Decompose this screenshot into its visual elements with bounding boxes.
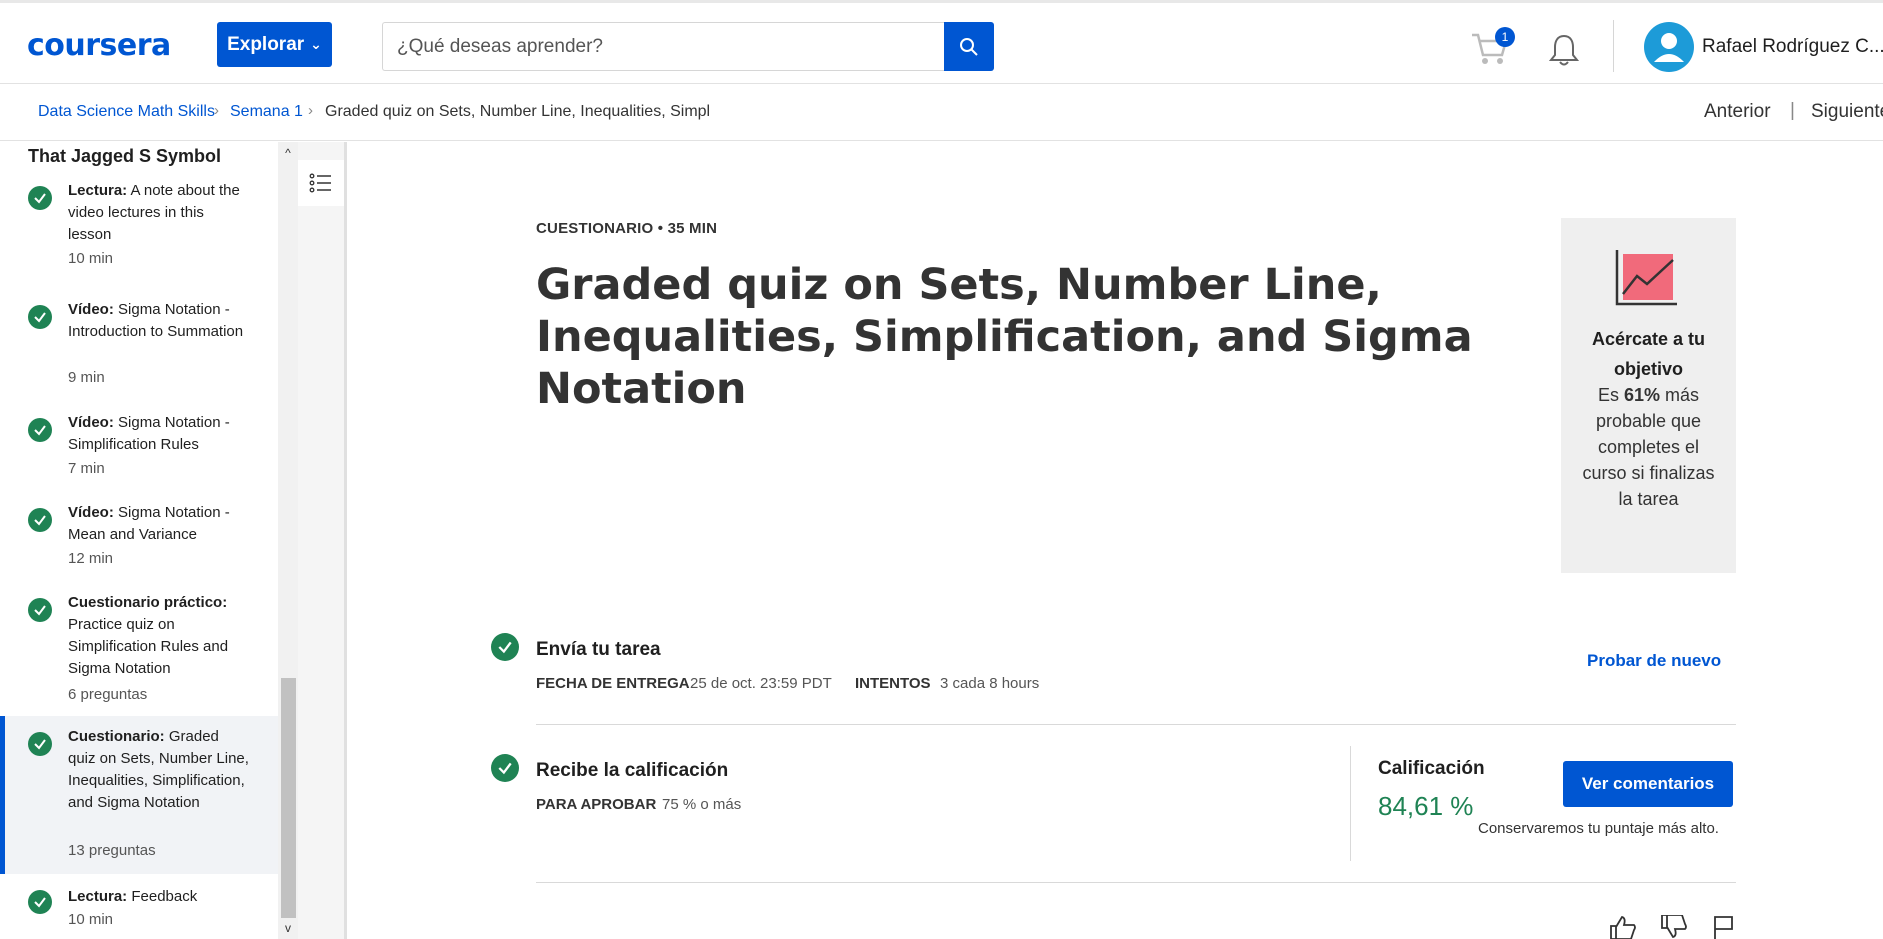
completed-check-icon: [28, 418, 52, 442]
grade-completed-check-icon: [491, 754, 519, 782]
grade-label: Calificación: [1378, 758, 1485, 779]
grade-value: 84,61 %: [1378, 791, 1474, 821]
goal-heading: Acércate a tu objetivo: [1591, 329, 1706, 379]
sidebar-item-graded-quiz[interactable]: Cuestionario: Graded quiz on Sets, Numbe…: [0, 716, 278, 874]
breadcrumb-week[interactable]: Semana 1: [230, 103, 303, 121]
sidebar-item-duration: 10 min: [68, 250, 114, 267]
breadcrumb-current: Graded quiz on Sets, Number Line, Inequa…: [325, 103, 711, 120]
scrollbar-thumb[interactable]: [281, 678, 296, 918]
sidebar-item-label: Cuestionario: Graded quiz on Sets, Numbe…: [68, 728, 249, 811]
sidebar-item-label: Lectura: Feedback: [68, 888, 198, 905]
passing-label: PARA APROBAR: [536, 796, 657, 813]
retry-button[interactable]: Probar de nuevo: [1587, 651, 1721, 671]
chevron-down-icon: ⌄: [310, 36, 322, 52]
completed-check-icon: [28, 598, 52, 622]
goal-body: Es 61% más probable que completes el cur…: [1582, 385, 1715, 509]
completed-check-icon: [28, 732, 52, 756]
scroll-up-arrow-icon[interactable]: ^: [278, 146, 298, 162]
sidebar-item-question-count: 13 preguntas: [68, 842, 156, 859]
sidebar-item-label: Lectura: A note about the video lectures…: [68, 182, 240, 243]
sidebar-item-duration: 7 min: [68, 460, 105, 477]
coursera-logo[interactable]: coursera: [27, 28, 171, 63]
cart-count-badge: 1: [1495, 27, 1515, 47]
flag-icon[interactable]: [1710, 915, 1738, 939]
thumbs-up-icon[interactable]: [1609, 915, 1637, 939]
sidebar-scrollbar[interactable]: ^ v: [278, 142, 298, 939]
sidebar-item-duration: 9 min: [68, 369, 105, 386]
grade-divider: [1350, 746, 1351, 861]
breadcrumb-chevron-icon: ›: [308, 102, 313, 119]
explore-label: Explorar: [227, 33, 305, 55]
header-divider: [1613, 20, 1614, 72]
completed-check-icon: [28, 508, 52, 532]
sidebar-item-practice-quiz[interactable]: Cuestionario práctico: Practice quiz on …: [0, 592, 278, 703]
outline-toggle-button[interactable]: [298, 160, 344, 206]
grade-step-title: Recibe la calificación: [536, 760, 729, 781]
goal-percent: 61%: [1623, 385, 1661, 405]
user-name[interactable]: Rafael Rodríguez C...: [1702, 36, 1883, 58]
highest-score-note: Conservaremos tu puntaje más alto.: [1478, 820, 1719, 837]
breadcrumb-course[interactable]: Data Science Math Skills: [38, 103, 215, 121]
sidebar-section-title: That Jagged S Symbol: [28, 146, 222, 166]
progress-chart-icon: [1615, 250, 1677, 306]
sidebar-item-duration: 12 min: [68, 550, 114, 567]
next-button[interactable]: Siguiente: [1811, 101, 1883, 123]
due-date-label: FECHA DE ENTREGA: [536, 675, 690, 692]
attempts-label: INTENTOS: [855, 675, 931, 692]
item-type-label: CUESTIONARIO • 35 MIN: [536, 220, 718, 237]
sidebar-item-reading-note[interactable]: Lectura: A note about the video lectures…: [0, 180, 278, 267]
sidebar-item-video-intro[interactable]: Vídeo: Sigma Notation - Introduction to …: [0, 299, 278, 386]
sidebar-item-duration: 10 min: [68, 911, 114, 928]
section-divider: [536, 882, 1736, 883]
sidebar-item-label: Vídeo: Sigma Notation - Mean and Varianc…: [68, 504, 230, 543]
course-outline-sidebar: That Jagged S Symbol Lectura: A note abo…: [0, 142, 278, 939]
user-avatar[interactable]: [1644, 22, 1694, 72]
prev-next-divider: |: [1790, 100, 1795, 121]
sidebar-item-label: Vídeo: Sigma Notation - Introduction to …: [68, 301, 244, 340]
completed-check-icon: [28, 890, 52, 914]
submit-completed-check-icon: [491, 633, 519, 661]
completed-check-icon: [28, 186, 52, 210]
user-icon: [1654, 33, 1684, 62]
thumbs-down-icon[interactable]: [1660, 915, 1688, 939]
sidebar-item-label: Vídeo: Sigma Notation - Simplification R…: [68, 414, 230, 453]
breadcrumb-chevron-icon: ›: [214, 102, 219, 119]
view-feedback-button[interactable]: Ver comentarios: [1563, 761, 1733, 807]
previous-button[interactable]: Anterior: [1704, 101, 1771, 123]
top-navigation-bar: coursera Explorar ⌄ 1 Rafael Rodríguez C…: [0, 0, 1883, 84]
submit-step-title: Envía tu tarea: [536, 639, 661, 660]
sidebar-item-video-mean[interactable]: Vídeo: Sigma Notation - Mean and Varianc…: [0, 502, 278, 567]
scroll-down-arrow-icon[interactable]: v: [278, 921, 298, 937]
search-button[interactable]: [944, 22, 994, 71]
breadcrumb: Data Science Math Skills › Semana 1 › Gr…: [0, 84, 1883, 141]
explore-button[interactable]: Explorar ⌄: [217, 22, 332, 67]
passing-value: 75 % o más: [662, 796, 742, 813]
due-date-value: 25 de oct. 23:59 PDT: [690, 675, 832, 692]
search-input[interactable]: [382, 22, 946, 71]
section-divider: [536, 724, 1736, 725]
list-icon: [309, 173, 331, 193]
sidebar-item-reading-feedback[interactable]: Lectura: Feedback 10 min: [0, 886, 278, 938]
sidebar-item-video-rules[interactable]: Vídeo: Sigma Notation - Simplification R…: [0, 412, 278, 477]
attempts-value: 3 cada 8 hours: [940, 675, 1040, 692]
outline-toggle-rail: [298, 142, 347, 939]
sidebar-item-question-count: 6 preguntas: [68, 686, 148, 703]
search-icon: [960, 37, 978, 56]
goal-card: Acércate a tu objetivo Es 61% más probab…: [1561, 218, 1736, 573]
page-title: Graded quiz on Sets, Number Line, Inequa…: [536, 260, 1473, 414]
completed-check-icon: [28, 305, 52, 329]
notifications-bell-icon[interactable]: [1548, 33, 1580, 67]
sidebar-item-label: Cuestionario práctico: Practice quiz on …: [68, 594, 229, 677]
